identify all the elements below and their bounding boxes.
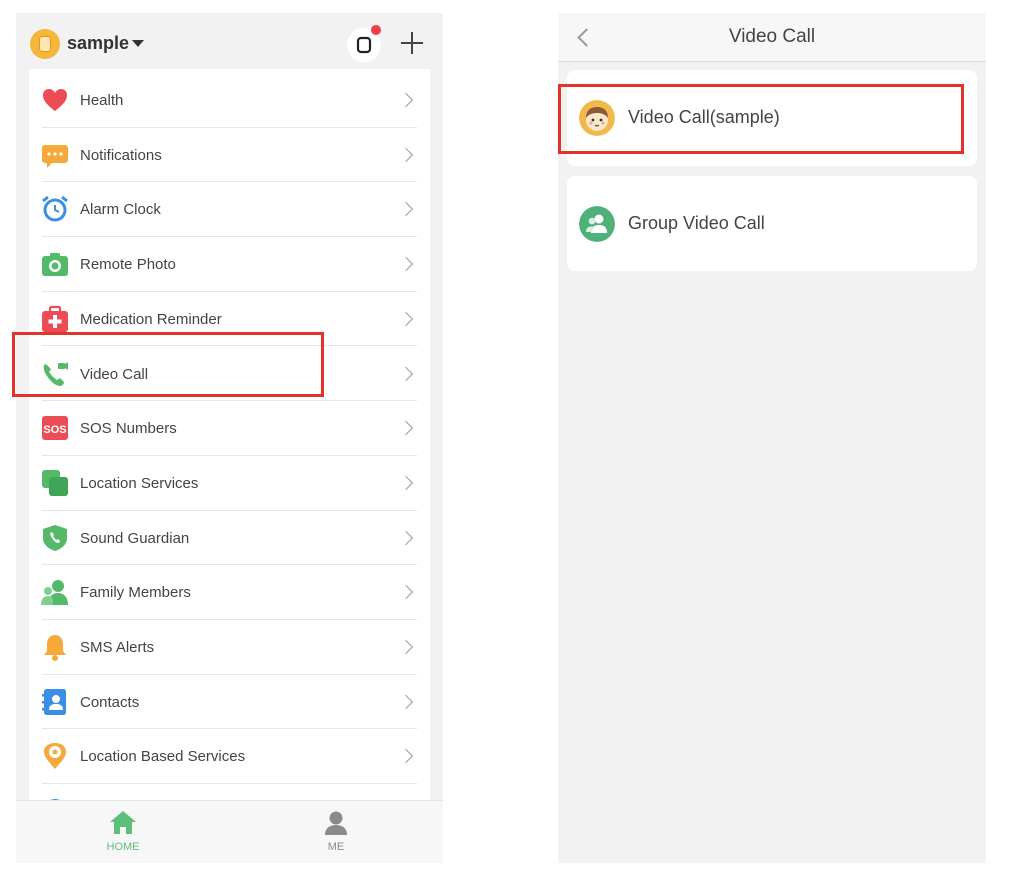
highlight-box-video-call	[12, 332, 324, 397]
menu-item-location-based-services[interactable]: Location Based Services	[29, 729, 430, 785]
chevron-right-icon	[398, 530, 414, 545]
bottom-tab-bar: HOME ME	[16, 800, 443, 863]
chevron-right-icon	[398, 257, 414, 272]
chevron-right-icon	[398, 585, 414, 600]
chevron-right-icon	[398, 694, 414, 709]
chevron-right-icon	[398, 366, 414, 381]
menu-item-sound-guardian[interactable]: Sound Guardian	[29, 511, 430, 566]
location-squares-icon	[42, 469, 68, 496]
group-video-call-label: Group Video Call	[628, 213, 765, 233]
menu-item-label: Sound Guardian	[80, 529, 190, 547]
heart-icon	[43, 89, 67, 111]
notification-dot	[371, 25, 381, 35]
menu-item-health[interactable]: Health	[29, 73, 430, 128]
left-phone-screen: sample Health Notifications Alarm Clock	[16, 13, 443, 863]
device-name[interactable]: sample	[67, 33, 129, 54]
chevron-right-icon	[398, 639, 414, 655]
menu-item-label: Location Based Services	[80, 748, 246, 766]
page-title: Video Call	[728, 26, 816, 47]
tab-me-label: ME	[327, 841, 345, 853]
menu-item-location-services[interactable]: Location Services	[29, 456, 430, 511]
bell-icon	[44, 635, 66, 661]
tab-home[interactable]: HOME	[63, 801, 183, 863]
svg-text:SOS: SOS	[43, 424, 66, 436]
alarm-clock-icon	[42, 196, 68, 222]
camera-icon	[42, 253, 68, 277]
menu-item-label: SOS Numbers	[80, 420, 177, 438]
caret-down-icon[interactable]	[132, 40, 144, 47]
chevron-right-icon	[398, 311, 414, 326]
home-icon	[110, 811, 136, 834]
person-icon	[325, 811, 347, 835]
chevron-right-icon	[398, 92, 414, 108]
header-bar: sample	[16, 13, 443, 69]
menu-item-alarm-clock[interactable]: Alarm Clock	[29, 182, 430, 238]
family-icon	[41, 580, 68, 606]
menu-item-label: Remote Photo	[80, 256, 176, 274]
menu-item-sos-numbers[interactable]: SOS SOS Numbers	[29, 401, 430, 456]
tab-me[interactable]: ME	[276, 801, 396, 863]
menu-item-family-members[interactable]: Family Members	[29, 565, 430, 620]
highlight-box-video-call-sample	[558, 84, 964, 154]
menu-item-label: Alarm Clock	[80, 201, 161, 219]
menu-item-partial	[29, 784, 430, 800]
menu-item-label: Health	[80, 92, 124, 109]
chevron-right-icon	[398, 421, 414, 436]
menu-item-notifications[interactable]: Notifications	[29, 128, 430, 183]
menu-item-label: Contacts	[80, 693, 140, 711]
nav-bar: Video Call	[558, 13, 986, 62]
add-device-button[interactable]	[399, 30, 425, 56]
medical-kit-icon	[42, 305, 68, 332]
chevron-right-icon	[398, 749, 414, 764]
chevron-right-icon	[398, 147, 414, 162]
group-icon	[579, 206, 615, 242]
menu-item-label: Notifications	[80, 146, 162, 164]
message-icon	[42, 144, 68, 168]
group-video-call-item[interactable]: Group Video Call	[567, 176, 977, 271]
back-chevron-icon[interactable]	[572, 25, 598, 51]
menu-item-label: Family Members	[80, 584, 191, 602]
chevron-right-icon	[398, 475, 414, 490]
menu-item-contacts[interactable]: Contacts	[29, 675, 430, 730]
contacts-book-icon	[42, 688, 66, 715]
sos-icon: SOS	[42, 416, 68, 441]
device-avatar-icon[interactable]	[30, 29, 60, 59]
menu-item-remote-photo[interactable]: Remote Photo	[29, 237, 430, 292]
shield-phone-icon	[43, 524, 67, 551]
location-pin-icon	[44, 743, 66, 770]
menu-item-sms-alerts[interactable]: SMS Alerts	[29, 620, 430, 675]
feature-list: Health Notifications Alarm Clock Remote …	[29, 69, 430, 800]
menu-item-label: Location Services	[80, 474, 199, 492]
tab-home-label: HOME	[106, 841, 140, 853]
chevron-right-icon	[398, 202, 414, 217]
menu-item-label: SMS Alerts	[80, 639, 155, 656]
